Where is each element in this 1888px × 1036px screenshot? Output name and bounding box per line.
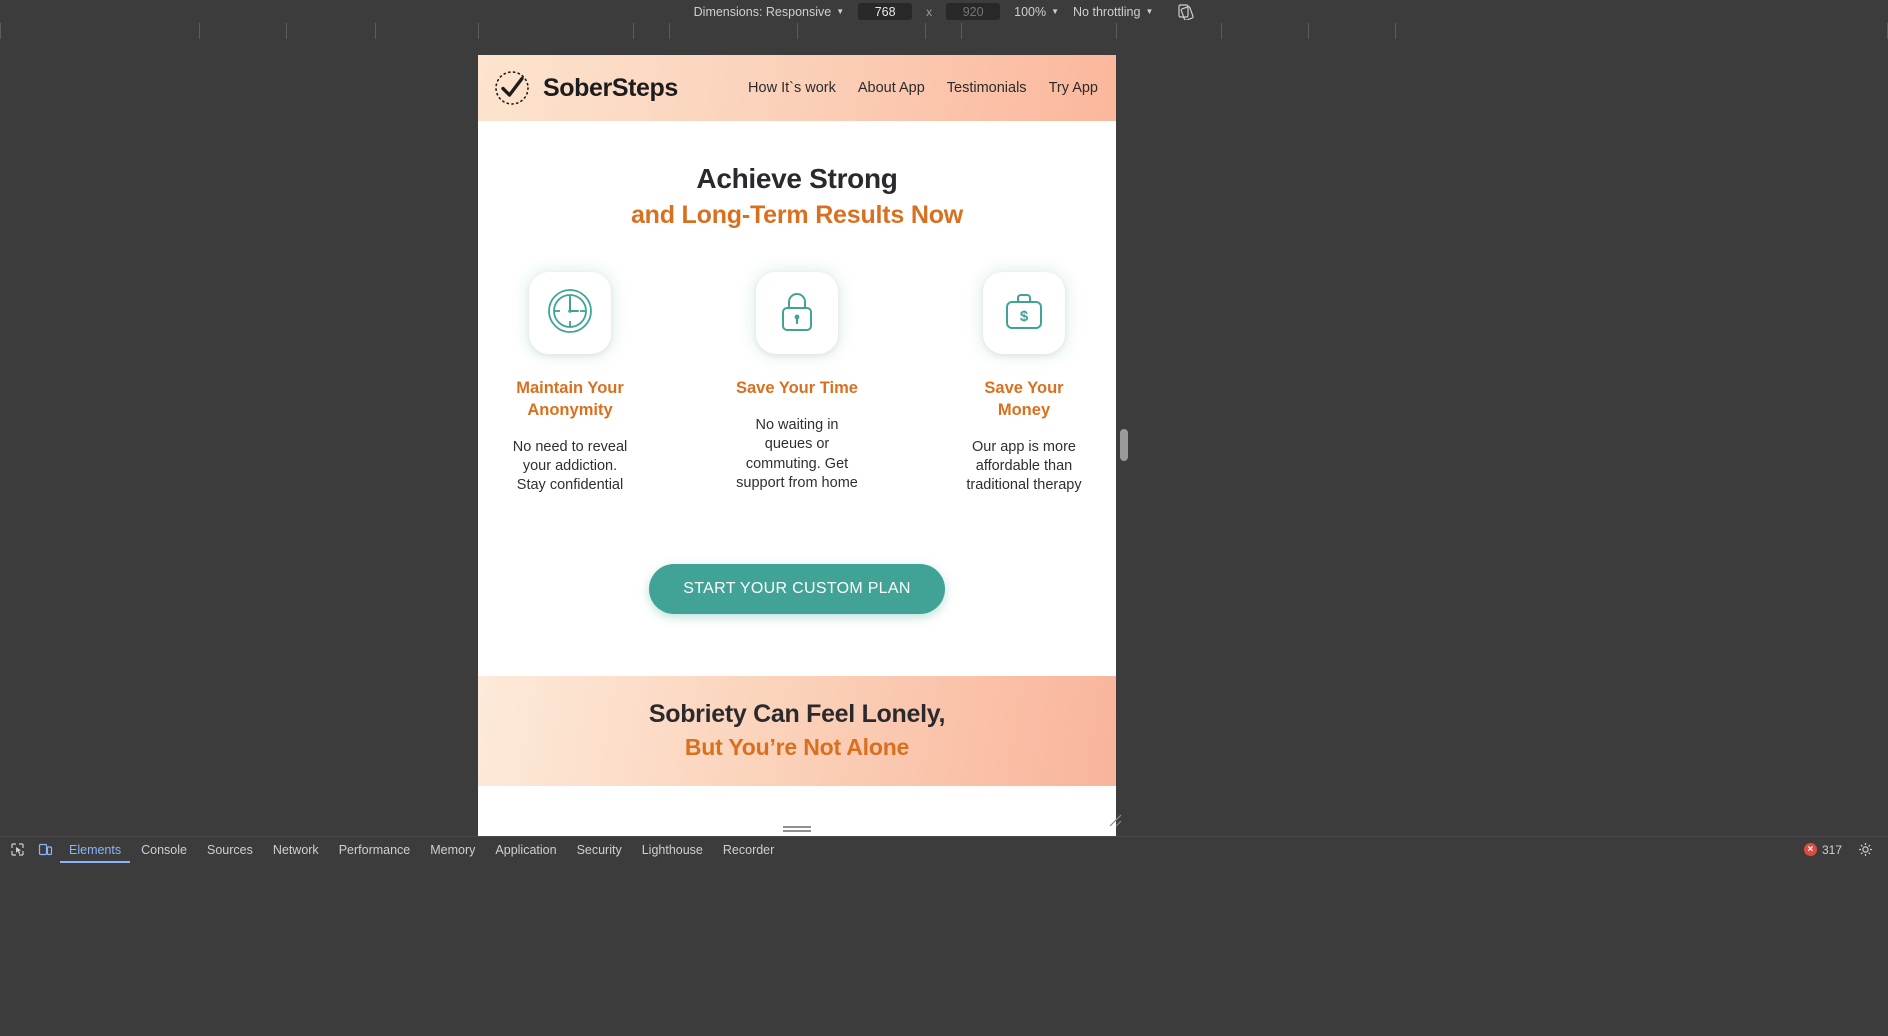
throttling-dropdown[interactable]: No throttling ▼: [1073, 5, 1153, 19]
feature-description: No need to reveal your addiction. Stay c…: [512, 438, 628, 494]
band-headline-primary: Sobriety Can Feel Lonely,: [648, 699, 946, 728]
throttling-label: No throttling: [1073, 4, 1141, 19]
clock-icon: [545, 286, 595, 341]
tab-lighthouse[interactable]: Lighthouse: [633, 837, 712, 863]
devtools-panel: Elements Console Sources Network Perform…: [0, 836, 1888, 1036]
start-custom-plan-button[interactable]: START YOUR CUSTOM PLAN: [649, 563, 945, 614]
tab-console[interactable]: Console: [132, 837, 196, 863]
zoom-label: 100%: [1014, 4, 1047, 19]
feature-title: Maintain Your Anonymity: [516, 379, 624, 419]
hero-headline-primary: Achieve Strong: [696, 163, 898, 194]
dimensions-label: Dimensions: Responsive: [693, 4, 832, 19]
band-headline-accent: But You’re Not Alone: [684, 733, 910, 760]
briefcase-dollar-icon: $: [999, 286, 1049, 341]
feature-card-money: $ Save Your Money Our app is more afford…: [962, 272, 1087, 496]
device-viewport-area: SoberSteps How It`s work About App Testi…: [0, 39, 1888, 836]
chevron-down-icon: ▼: [1051, 6, 1060, 16]
site-header: SoberSteps How It`s work About App Testi…: [478, 55, 1116, 121]
devtools-tabbar: Elements Console Sources Network Perform…: [0, 836, 1888, 862]
viewport-resize-corner[interactable]: [1104, 809, 1124, 829]
viewport-resize-handle-right[interactable]: [1120, 429, 1128, 461]
feature-list: Maintain Your Anonymity No need to revea…: [478, 272, 1116, 496]
tab-network[interactable]: Network: [264, 837, 328, 863]
zoom-dropdown[interactable]: 100% ▼: [1014, 5, 1059, 19]
site-nav: How It`s work About App Testimonials Try…: [748, 80, 1098, 96]
lonely-section: Sobriety Can Feel Lonely, But You’re Not…: [478, 675, 1116, 786]
checkmark-dotted-circle-icon: [492, 68, 532, 108]
feature-card-time: Save Your Time No waiting in queues or c…: [735, 272, 860, 496]
device-toolbar: Dimensions: Responsive ▼ x 100% ▼ No thr…: [0, 0, 1888, 23]
error-count-label: 317: [1821, 842, 1842, 857]
brand-logo[interactable]: SoberSteps: [492, 68, 678, 108]
tab-performance[interactable]: Performance: [330, 837, 420, 863]
device-toolbar-icon[interactable]: [32, 839, 58, 861]
dimension-separator: x: [926, 4, 933, 19]
inspect-element-icon[interactable]: [4, 839, 30, 861]
nav-link-about-app[interactable]: About App: [858, 80, 925, 96]
feature-card-anonymity: Maintain Your Anonymity No need to revea…: [508, 272, 633, 496]
tab-application[interactable]: Application: [486, 837, 565, 863]
feature-icon-card: [529, 272, 611, 354]
dimensions-dropdown[interactable]: Dimensions: Responsive ▼: [694, 5, 844, 19]
nav-link-how-it-works[interactable]: How It`s work: [748, 80, 836, 96]
panel-drag-handle[interactable]: [783, 826, 811, 832]
chevron-down-icon: ▼: [1145, 6, 1154, 16]
error-icon: ×: [1803, 843, 1817, 856]
feature-icon-card: $: [983, 272, 1065, 354]
devtools-tabbar-right: × 317: [1803, 839, 1888, 861]
tab-recorder[interactable]: Recorder: [714, 837, 783, 863]
tab-sources[interactable]: Sources: [198, 837, 262, 863]
emulated-page: SoberSteps How It`s work About App Testi…: [478, 55, 1116, 836]
hero-section: Achieve Strong and Long-Term Results Now: [478, 121, 1116, 614]
nav-link-testimonials[interactable]: Testimonials: [947, 80, 1027, 96]
tab-elements[interactable]: Elements: [60, 837, 130, 863]
error-count-badge[interactable]: × 317: [1803, 842, 1842, 857]
viewport-width-input[interactable]: [858, 3, 913, 20]
feature-title: Save Your Money: [984, 379, 1064, 419]
tab-security[interactable]: Security: [568, 837, 631, 863]
feature-description: Our app is more affordable than traditio…: [966, 438, 1082, 494]
nav-link-try-app[interactable]: Try App: [1049, 80, 1098, 96]
viewport-height-input[interactable]: [946, 3, 1001, 20]
rotate-device-icon[interactable]: [1177, 3, 1194, 20]
gear-icon[interactable]: [1852, 839, 1878, 861]
brand-name: SoberSteps: [543, 73, 678, 102]
svg-text:$: $: [1020, 308, 1029, 325]
cta-container: START YOUR CUSTOM PLAN: [478, 563, 1116, 614]
feature-title: Save Your Time: [736, 379, 858, 397]
feature-icon-card: [756, 272, 838, 354]
lock-icon: [772, 286, 822, 341]
viewport-ruler: [0, 23, 1888, 39]
hero-headline-accent: and Long-Term Results Now: [630, 201, 964, 229]
feature-description: No waiting in queues or commuting. Get s…: [736, 416, 858, 491]
tab-memory[interactable]: Memory: [421, 837, 484, 863]
chevron-down-icon: ▼: [836, 6, 845, 16]
